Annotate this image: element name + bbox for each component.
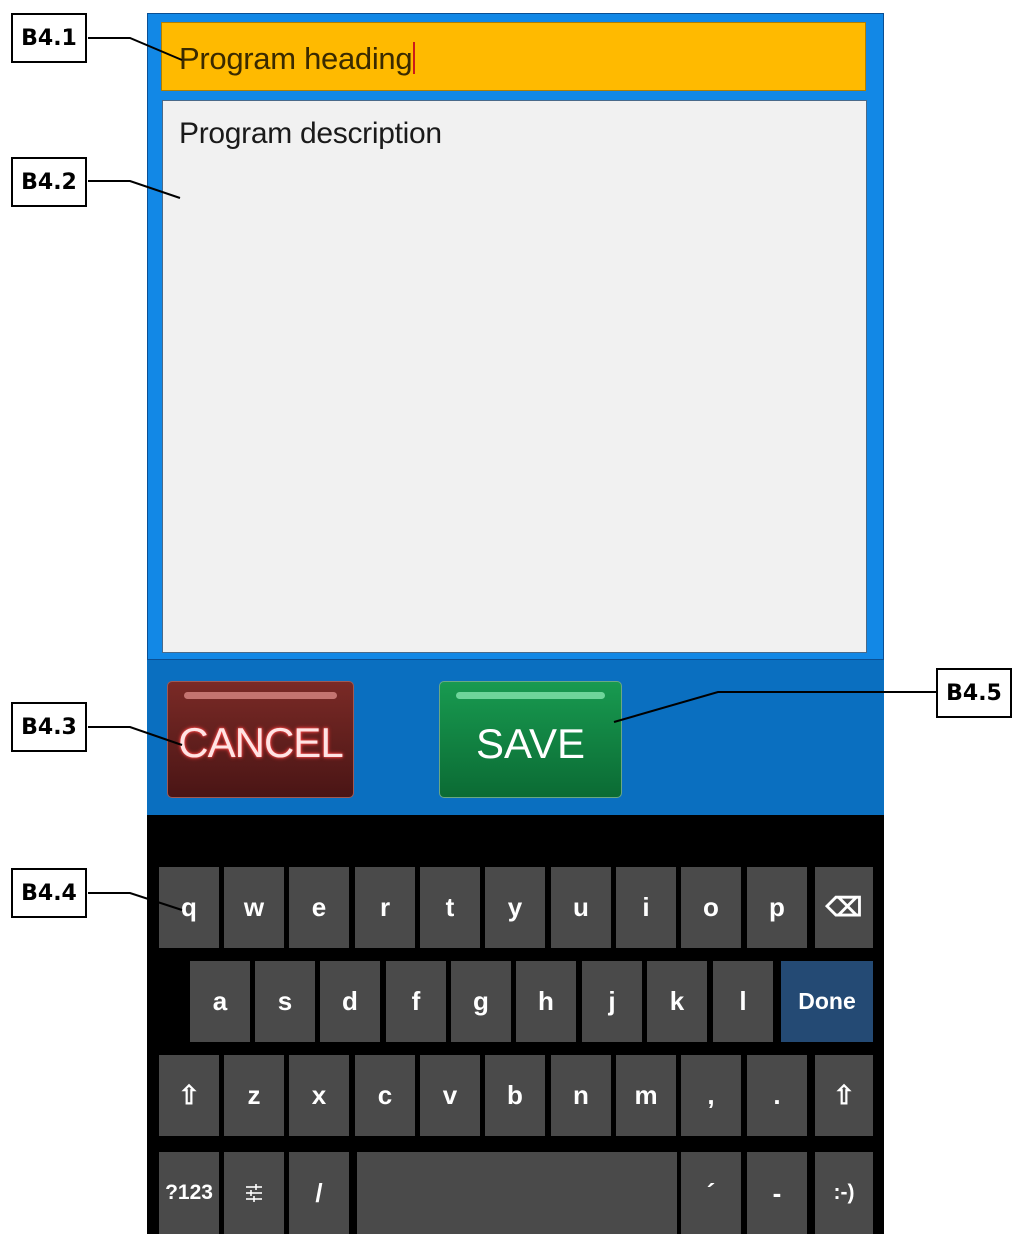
- key-s[interactable]: s: [255, 961, 315, 1042]
- shift-key-left[interactable]: ⇧: [159, 1055, 219, 1136]
- key-x[interactable]: x: [289, 1055, 349, 1136]
- key-t[interactable]: t: [420, 867, 480, 948]
- key-k[interactable]: k: [647, 961, 707, 1042]
- smiley-key[interactable]: :-): [815, 1152, 873, 1234]
- key-u[interactable]: u: [551, 867, 611, 948]
- cancel-button[interactable]: CANCEL: [167, 681, 354, 798]
- key-b[interactable]: b: [485, 1055, 545, 1136]
- callout-b4-1: B4.1: [11, 13, 87, 63]
- text-cursor: [413, 42, 416, 74]
- key-dash[interactable]: -: [747, 1152, 807, 1234]
- shift-key-right[interactable]: ⇧: [815, 1055, 873, 1136]
- save-button-label: SAVE: [476, 719, 585, 767]
- key-l[interactable]: l: [713, 961, 773, 1042]
- program-description-text: Program description: [179, 117, 442, 150]
- onscreen-keyboard: q w e r t y u i o p ⌫ a s d f g h j k l …: [147, 815, 884, 1234]
- key-i[interactable]: i: [616, 867, 676, 948]
- key-v[interactable]: v: [420, 1055, 480, 1136]
- save-button[interactable]: SAVE: [439, 681, 622, 798]
- program-heading-text: Program heading: [179, 41, 416, 77]
- key-j[interactable]: j: [582, 961, 642, 1042]
- backspace-key[interactable]: ⌫: [815, 867, 873, 948]
- device-screen: Program heading Program description CANC…: [147, 13, 884, 1234]
- key-e[interactable]: e: [289, 867, 349, 948]
- input-settings-key[interactable]: [224, 1152, 284, 1234]
- key-comma[interactable]: ,: [681, 1055, 741, 1136]
- cancel-button-label: CANCEL: [178, 718, 343, 766]
- key-o[interactable]: o: [681, 867, 741, 948]
- symbols-key[interactable]: ?123: [159, 1152, 219, 1234]
- callout-b4-4: B4.4: [11, 868, 87, 918]
- key-r[interactable]: r: [355, 867, 415, 948]
- program-description-field[interactable]: Program description: [162, 100, 867, 653]
- key-d[interactable]: d: [320, 961, 380, 1042]
- key-m[interactable]: m: [616, 1055, 676, 1136]
- key-p[interactable]: p: [747, 867, 807, 948]
- key-w[interactable]: w: [224, 867, 284, 948]
- key-f[interactable]: f: [386, 961, 446, 1042]
- key-slash[interactable]: /: [289, 1152, 349, 1234]
- program-heading-field[interactable]: Program heading: [161, 22, 866, 91]
- key-period[interactable]: .: [747, 1055, 807, 1136]
- key-c[interactable]: c: [355, 1055, 415, 1136]
- key-q[interactable]: q: [159, 867, 219, 948]
- key-a[interactable]: a: [190, 961, 250, 1042]
- key-accent[interactable]: ´: [681, 1152, 741, 1234]
- space-bar[interactable]: [357, 1152, 677, 1234]
- settings-icon: [246, 1184, 262, 1202]
- key-z[interactable]: z: [224, 1055, 284, 1136]
- button-highlight: [184, 692, 337, 699]
- program-edit-panel: Program heading Program description: [147, 13, 884, 660]
- button-highlight: [456, 692, 605, 699]
- done-key[interactable]: Done: [781, 961, 873, 1042]
- callout-b4-2: B4.2: [11, 157, 87, 207]
- key-y[interactable]: y: [485, 867, 545, 948]
- key-n[interactable]: n: [551, 1055, 611, 1136]
- key-h[interactable]: h: [516, 961, 576, 1042]
- callout-b4-3: B4.3: [11, 702, 87, 752]
- callout-b4-5: B4.5: [936, 668, 1012, 718]
- key-g[interactable]: g: [451, 961, 511, 1042]
